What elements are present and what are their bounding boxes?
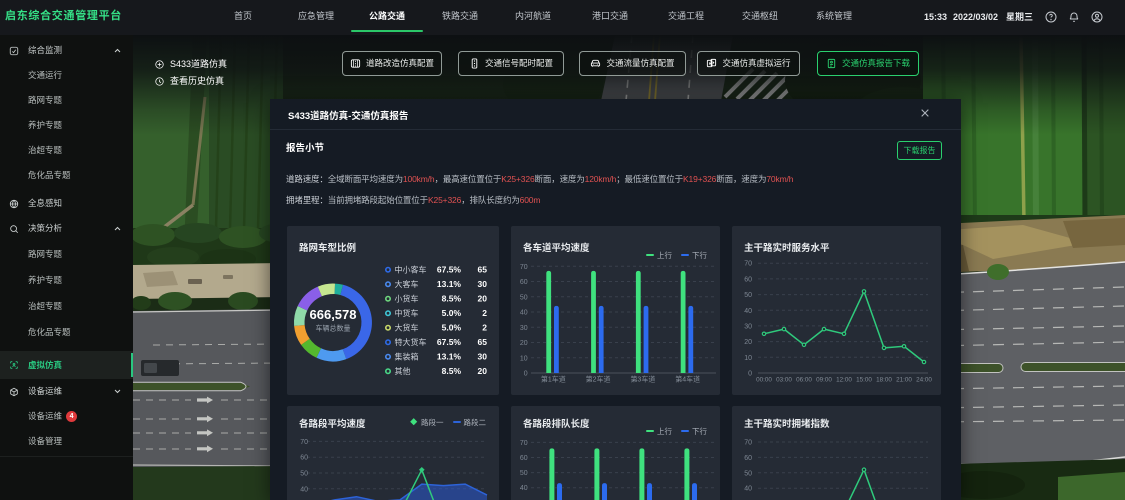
svg-text:67.5%: 67.5% [437, 337, 462, 347]
svg-text:5.0%: 5.0% [442, 308, 462, 318]
svg-text:60: 60 [744, 276, 752, 283]
svg-text:70: 70 [744, 440, 752, 447]
svg-text:20: 20 [478, 366, 488, 376]
svg-text:20: 20 [478, 294, 488, 304]
svg-text:12:00: 12:00 [836, 377, 852, 384]
svg-text:60: 60 [300, 455, 308, 462]
svg-text:集装箱: 集装箱 [395, 352, 419, 362]
svg-text:00:00: 00:00 [756, 377, 772, 384]
svg-text:09:00: 09:00 [816, 377, 832, 384]
svg-text:40: 40 [744, 308, 752, 315]
svg-text:中货车: 中货车 [395, 308, 419, 318]
svg-text:40: 40 [744, 486, 752, 493]
svg-text:大货车: 大货车 [395, 323, 419, 333]
svg-text:大客车: 大客车 [395, 279, 419, 289]
svg-text:8.5%: 8.5% [442, 366, 462, 376]
svg-text:5.0%: 5.0% [442, 323, 462, 333]
svg-text:70: 70 [744, 261, 752, 268]
svg-text:2: 2 [482, 308, 487, 318]
svg-text:0: 0 [748, 371, 752, 378]
svg-text:60: 60 [520, 279, 528, 286]
svg-text:小货车: 小货车 [395, 294, 419, 304]
svg-text:06:00: 06:00 [796, 377, 812, 384]
svg-text:第3车道: 第3车道 [630, 375, 655, 384]
svg-text:70: 70 [300, 439, 308, 446]
svg-text:65: 65 [478, 265, 488, 275]
svg-text:67.5%: 67.5% [437, 265, 462, 275]
svg-text:30: 30 [744, 323, 752, 330]
svg-text:10: 10 [744, 355, 752, 362]
svg-text:60: 60 [520, 455, 528, 462]
svg-text:20: 20 [744, 339, 752, 346]
svg-text:8.5%: 8.5% [442, 294, 462, 304]
svg-text:24:00: 24:00 [916, 377, 932, 384]
svg-text:40: 40 [520, 485, 528, 492]
svg-text:60: 60 [744, 455, 752, 462]
svg-text:20: 20 [520, 340, 528, 347]
svg-text:30: 30 [520, 325, 528, 332]
svg-text:10: 10 [520, 355, 528, 362]
svg-text:第4车道: 第4车道 [675, 375, 700, 384]
svg-text:其他: 其他 [395, 366, 411, 376]
svg-text:70: 70 [520, 440, 528, 447]
svg-text:18:00: 18:00 [876, 377, 892, 384]
svg-text:65: 65 [478, 337, 488, 347]
svg-text:2: 2 [482, 323, 487, 333]
svg-text:特大货车: 特大货车 [395, 337, 427, 347]
svg-text:50: 50 [520, 470, 528, 477]
svg-text:40: 40 [300, 486, 308, 493]
svg-text:50: 50 [520, 294, 528, 301]
svg-text:50: 50 [744, 470, 752, 477]
svg-text:30: 30 [478, 352, 488, 362]
svg-text:车辆总数量: 车辆总数量 [316, 324, 351, 333]
svg-text:第1车道: 第1车道 [541, 375, 566, 384]
svg-text:30: 30 [478, 279, 488, 289]
svg-text:21:00: 21:00 [896, 377, 912, 384]
svg-text:0: 0 [524, 371, 528, 378]
svg-text:666,578: 666,578 [310, 307, 357, 322]
svg-text:15:00: 15:00 [856, 377, 872, 384]
svg-text:50: 50 [300, 471, 308, 478]
svg-text:中小客车: 中小客车 [395, 265, 427, 275]
svg-text:70: 70 [520, 264, 528, 271]
svg-text:40: 40 [520, 310, 528, 317]
svg-text:03:00: 03:00 [776, 377, 792, 384]
svg-text:第2车道: 第2车道 [586, 375, 611, 384]
svg-text:13.1%: 13.1% [437, 352, 462, 362]
svg-text:50: 50 [744, 292, 752, 299]
svg-text:13.1%: 13.1% [437, 279, 462, 289]
